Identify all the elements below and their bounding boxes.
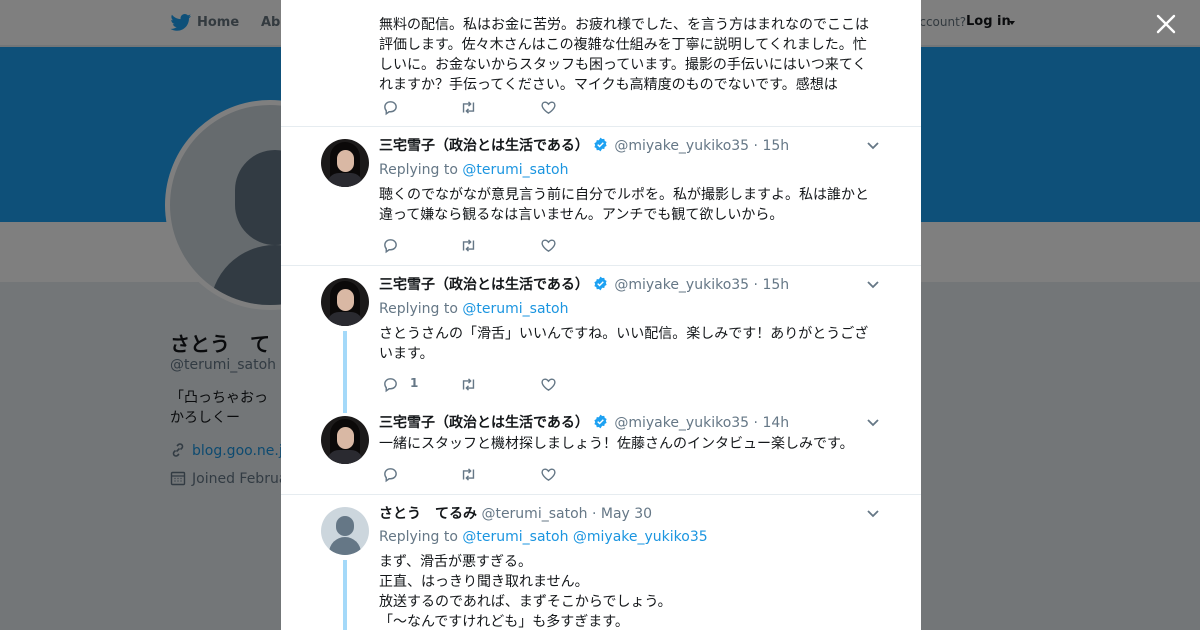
separator-dot: · <box>753 277 758 293</box>
replying-to: Replying to @terumi_satoh <box>379 301 568 317</box>
replying-to-handle[interactable]: @miyake_yukiko35 <box>573 529 708 545</box>
like-icon <box>541 468 556 481</box>
reply-icon <box>384 239 397 254</box>
tweet-conversation-modal: 無料の配信。私はお金に苦労。お疲れ様でした、を言う方はまれなのでここは評価します… <box>281 0 921 630</box>
tweet-text-line: まず、滑舌が悪すぎる。 <box>379 554 533 570</box>
tweet-author-handle[interactable]: @terumi_satoh <box>481 506 587 522</box>
tweet-text: 無料の配信。私はお金に苦労。お疲れ様でした、を言う方はまれなのでここは評価します… <box>379 17 869 93</box>
close-icon[interactable] <box>1154 12 1178 36</box>
tweet-header: 三宅雪子（政治とは生活である） @miyake_yukiko35 · 14h <box>379 414 789 432</box>
retweet-icon <box>462 101 475 114</box>
tweet-timestamp[interactable]: 15h <box>762 138 789 154</box>
tweet-text: まず、滑舌が悪すぎる。 正直、はっきり聞き取れません。 放送するのであれば、まず… <box>379 552 879 630</box>
tweet-text-line: 放送するのであれば、まずそこからでしょう。 <box>379 594 672 610</box>
retweet-icon <box>462 468 475 481</box>
like-button[interactable] <box>540 99 557 117</box>
like-icon <box>541 239 556 252</box>
tweet-text: さとうさんの「滑舌」いいんですね。いい配信。楽しみです！ありがとうございます。 <box>379 326 869 362</box>
tweet-text: 聴くのでながなが意見言う前に自分でルポを。私が撮影しますよ。私は誰かと違って嫌な… <box>379 187 869 223</box>
tweet[interactable]: 三宅雪子（政治とは生活である） @miyake_yukiko35 · 14h 一… <box>281 406 921 495</box>
replying-to-label: Replying to <box>379 529 458 545</box>
reply-count: 1 <box>410 376 419 390</box>
replying-to-label: Replying to <box>379 162 458 178</box>
like-icon <box>541 101 556 114</box>
tweet-author-handle[interactable]: @miyake_yukiko35 <box>614 415 749 431</box>
tweet-timestamp[interactable]: 14h <box>762 415 789 431</box>
reply-button[interactable] <box>382 99 399 117</box>
like-button[interactable] <box>540 237 557 255</box>
tweet-text-line: 「〜なんですけれども」も多すぎます。 <box>379 614 629 630</box>
separator-dot: · <box>753 138 758 154</box>
like-button[interactable] <box>540 376 557 394</box>
avatar[interactable] <box>321 416 369 464</box>
tweet-author-name[interactable]: 三宅雪子（政治とは生活である） <box>379 415 589 431</box>
retweet-button[interactable] <box>460 466 477 484</box>
tweet[interactable]: 三宅雪子（政治とは生活である） @miyake_yukiko35 · 15h R… <box>281 266 921 406</box>
tweet-timestamp[interactable]: May 30 <box>601 506 652 522</box>
replying-to-handle[interactable]: @terumi_satoh <box>462 301 568 317</box>
replying-to: Replying to @terumi_satoh <box>379 162 568 178</box>
retweet-icon <box>462 239 475 252</box>
tweet-header: 三宅雪子（政治とは生活である） @miyake_yukiko35 · 15h <box>379 137 789 155</box>
verified-badge-icon <box>594 276 607 291</box>
separator-dot: · <box>591 506 597 522</box>
replying-to-handle[interactable]: @terumi_satoh <box>462 529 568 545</box>
reply-button[interactable]: 1 <box>382 376 418 394</box>
tweet[interactable]: 無料の配信。私はお金に苦労。お疲れ様でした、を言う方はまれなのでここは評価します… <box>281 0 921 127</box>
avatar[interactable] <box>321 278 369 326</box>
reply-icon <box>384 468 397 483</box>
replying-to: Replying to @terumi_satoh @miyake_yukiko… <box>379 529 708 545</box>
reply-button[interactable] <box>382 237 399 255</box>
tweet-timestamp[interactable]: 15h <box>762 277 789 293</box>
separator-dot: · <box>753 415 758 431</box>
tweet-actions: 1 <box>382 376 582 394</box>
verified-badge-icon <box>594 414 607 429</box>
tweet-author-name[interactable]: 三宅雪子（政治とは生活である） <box>379 138 589 154</box>
retweet-button[interactable] <box>460 99 477 117</box>
tweet-text: 一緒にスタッフと機材探しましょう！佐藤さんのインタビュー楽しみです。 <box>379 436 854 452</box>
chevron-down-icon[interactable] <box>866 509 880 519</box>
reply-icon <box>384 101 397 116</box>
replying-to-label: Replying to <box>379 301 458 317</box>
retweet-button[interactable] <box>460 376 477 394</box>
tweet-author-handle[interactable]: @miyake_yukiko35 <box>614 138 749 154</box>
like-button[interactable] <box>540 466 557 484</box>
avatar[interactable] <box>321 139 369 187</box>
tweet-author-handle[interactable]: @miyake_yukiko35 <box>614 277 749 293</box>
tweet[interactable]: 三宅雪子（政治とは生活である） @miyake_yukiko35 · 15h R… <box>281 127 921 266</box>
tweet-actions <box>382 466 582 484</box>
like-icon <box>541 378 556 391</box>
replying-to-handle[interactable]: @terumi_satoh <box>462 162 568 178</box>
verified-badge-icon <box>594 137 607 152</box>
tweet-actions <box>382 237 582 255</box>
tweet[interactable]: さとう てるみ @terumi_satoh · May 30 Replying … <box>281 495 921 630</box>
retweet-button[interactable] <box>460 237 477 255</box>
tweet-actions <box>382 99 582 117</box>
chevron-down-icon[interactable] <box>866 280 880 290</box>
tweet-header: さとう てるみ @terumi_satoh · May 30 <box>379 505 652 523</box>
tweet-text-line: 正直、はっきり聞き取れません。 <box>379 574 589 590</box>
reply-button[interactable] <box>382 466 399 484</box>
tweet-author-name[interactable]: 三宅雪子（政治とは生活である） <box>379 277 589 293</box>
tweet-author-name[interactable]: さとう てるみ <box>379 506 477 522</box>
chevron-down-icon[interactable] <box>866 418 880 428</box>
tweet-header: 三宅雪子（政治とは生活である） @miyake_yukiko35 · 15h <box>379 276 789 294</box>
retweet-icon <box>462 378 475 391</box>
avatar[interactable] <box>321 507 369 555</box>
reply-icon <box>384 378 397 393</box>
chevron-down-icon[interactable] <box>866 141 880 151</box>
